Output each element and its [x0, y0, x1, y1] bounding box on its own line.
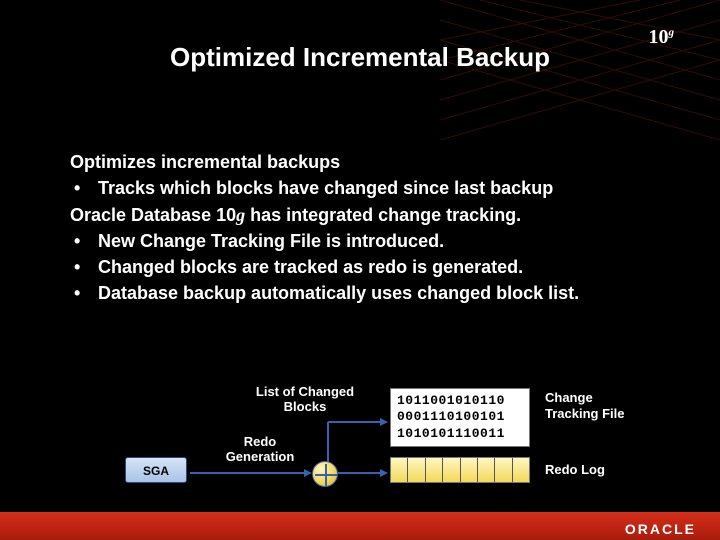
bullet-item: New Change Tracking File is introduced. — [98, 229, 660, 253]
change-tracking-file-box: 1011001010110 0001110100101 101010111001… — [390, 388, 530, 447]
footer-bar: ORACLE — [0, 512, 720, 540]
slide-title: Optimized Incremental Backup — [0, 42, 720, 73]
arrow-ctwr-to-ctf — [322, 412, 392, 468]
lead2-post: has integrated change tracking. — [245, 205, 521, 225]
oracle-logo: ORACLE — [625, 521, 696, 537]
ctf-row: 1011001010110 — [397, 393, 523, 409]
ctf-row: 0001110100101 — [397, 409, 523, 425]
bullet-item: Changed blocks are tracked as redo is ge… — [98, 255, 660, 279]
arrow-sga-to-ctwr — [188, 466, 314, 480]
bullet-item: Database backup automatically uses chang… — [98, 281, 660, 305]
arrow-ctwr-to-redolog — [336, 466, 392, 480]
redo-generation-label: Redo Generation — [210, 434, 310, 464]
lead-text-1: Optimizes incremental backups — [70, 150, 660, 174]
redo-log-label: Redo Log — [545, 462, 605, 478]
list-changed-blocks-label: List of Changed Blocks — [235, 384, 375, 414]
lead2-pre: Oracle Database 10 — [70, 205, 236, 225]
diagram: SGA List of Changed Blocks Redo Generati… — [70, 382, 670, 502]
redo-log-box — [390, 457, 530, 483]
change-tracking-file-label: Change Tracking File — [545, 390, 635, 421]
version-suffix: g — [669, 26, 675, 38]
lead-text-2: Oracle Database 10g has integrated chang… — [70, 203, 660, 227]
slide-body: Optimizes incremental backups Tracks whi… — [70, 150, 660, 308]
ctf-row: 1010101110011 — [397, 426, 523, 442]
sga-box: SGA — [125, 457, 187, 483]
bullet-list-1: Tracks which blocks have changed since l… — [70, 176, 660, 200]
bullet-list-2: New Change Tracking File is introduced. … — [70, 229, 660, 306]
lead2-g: g — [236, 205, 245, 225]
bullet-item: Tracks which blocks have changed since l… — [98, 176, 660, 200]
slide: 10g Optimized Incremental Backup Optimiz… — [0, 0, 720, 540]
